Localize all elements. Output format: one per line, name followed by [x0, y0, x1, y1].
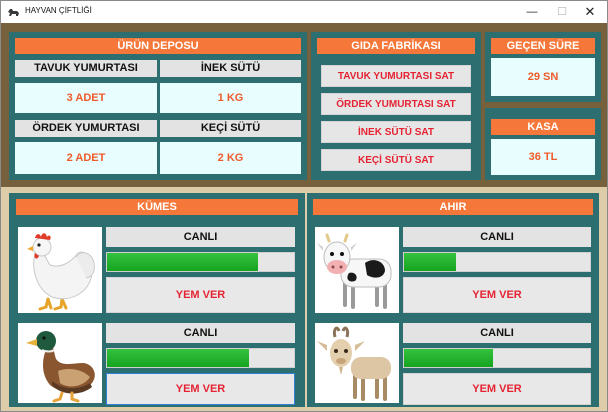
cow-icon	[315, 227, 399, 313]
chicken-icon	[18, 227, 102, 313]
keci-sutu-label: KEÇİ SÜTÜ	[160, 120, 301, 137]
inek-sutu-sat-button[interactable]: İNEK SÜTÜ SAT	[321, 121, 471, 143]
urun-deposu-panel: ÜRÜN DEPOSU TAVUK YUMURTASI İNEK SÜTÜ 3 …	[9, 32, 307, 180]
ahir-title: AHIR	[313, 199, 593, 215]
title-bar[interactable]: HAYVAN ÇİFTLİĞİ — ☐ ✕	[1, 1, 607, 23]
maximize-button[interactable]: ☐	[547, 1, 577, 23]
kumes-panel: KÜMES CANLI YEM VER CANLI YEM VER	[9, 193, 305, 407]
gida-fabrikasi-title: GIDA FABRİKASI	[317, 38, 475, 54]
inek-sutu-value: 1 KG	[160, 83, 301, 113]
app-window: HAYVAN ÇİFTLİĞİ — ☐ ✕ ÜRÜN DEPOSU TAVUK …	[0, 0, 608, 412]
goat-icon	[315, 323, 399, 403]
ahir-panel: AHIR CANLI YEM VER CANLI YEM VER	[307, 193, 599, 407]
duck-yem-ver-button[interactable]: YEM VER	[106, 373, 295, 405]
gecen-sure-panel: GEÇEN SÜRE 29 SN	[485, 32, 601, 102]
top-panel: ÜRÜN DEPOSU TAVUK YUMURTASI İNEK SÜTÜ 3 …	[1, 23, 607, 187]
duck-health-fill	[107, 349, 250, 367]
gida-fabrikasi-panel: GIDA FABRİKASI TAVUK YUMURTASI SAT ÖRDEK…	[311, 32, 481, 180]
duck-icon	[18, 323, 102, 403]
chicken-status: CANLI	[106, 227, 295, 247]
tavuk-yumurtasi-value: 3 ADET	[15, 83, 157, 113]
keci-sutu-value: 2 KG	[160, 142, 301, 174]
gecen-sure-value: 29 SN	[491, 58, 595, 96]
gecen-sure-title: GEÇEN SÜRE	[491, 38, 595, 54]
ordek-yumurtasi-sat-button[interactable]: ÖRDEK YUMURTASI SAT	[321, 93, 471, 115]
goat-health-bar	[403, 348, 591, 368]
tavuk-yumurtasi-label: TAVUK YUMURTASI	[15, 60, 157, 77]
duck-status: CANLI	[106, 323, 295, 343]
kasa-value: 36 TL	[491, 139, 595, 175]
cow-yem-ver-button[interactable]: YEM VER	[403, 277, 591, 313]
cow-health-fill	[404, 253, 457, 271]
ordek-yumurtasi-value: 2 ADET	[15, 142, 157, 174]
chicken-health-fill	[107, 253, 259, 271]
kasa-panel: KASA 36 TL	[485, 108, 601, 180]
minimize-button[interactable]: —	[517, 1, 547, 23]
goat-health-fill	[404, 349, 494, 367]
app-icon	[8, 9, 19, 16]
cow-health-bar	[403, 252, 591, 272]
ordek-yumurtasi-label: ÖRDEK YUMURTASI	[15, 120, 157, 137]
goat-yem-ver-button[interactable]: YEM VER	[403, 373, 591, 405]
inek-sutu-label: İNEK SÜTÜ	[160, 60, 301, 77]
urun-deposu-title: ÜRÜN DEPOSU	[15, 38, 301, 54]
cow-status: CANLI	[403, 227, 591, 247]
duck-health-bar	[106, 348, 295, 368]
kumes-title: KÜMES	[16, 199, 298, 215]
kasa-title: KASA	[491, 119, 595, 135]
keci-sutu-sat-button[interactable]: KEÇİ SÜTÜ SAT	[321, 149, 471, 171]
chicken-health-bar	[106, 252, 295, 272]
bottom-panel: KÜMES CANLI YEM VER CANLI YEM VER AHIR C…	[1, 187, 607, 411]
chicken-yem-ver-button[interactable]: YEM VER	[106, 277, 295, 313]
window-title: HAYVAN ÇİFTLİĞİ	[25, 6, 92, 15]
tavuk-yumurtasi-sat-button[interactable]: TAVUK YUMURTASI SAT	[321, 65, 471, 87]
goat-status: CANLI	[403, 323, 591, 343]
close-button[interactable]: ✕	[575, 1, 605, 23]
